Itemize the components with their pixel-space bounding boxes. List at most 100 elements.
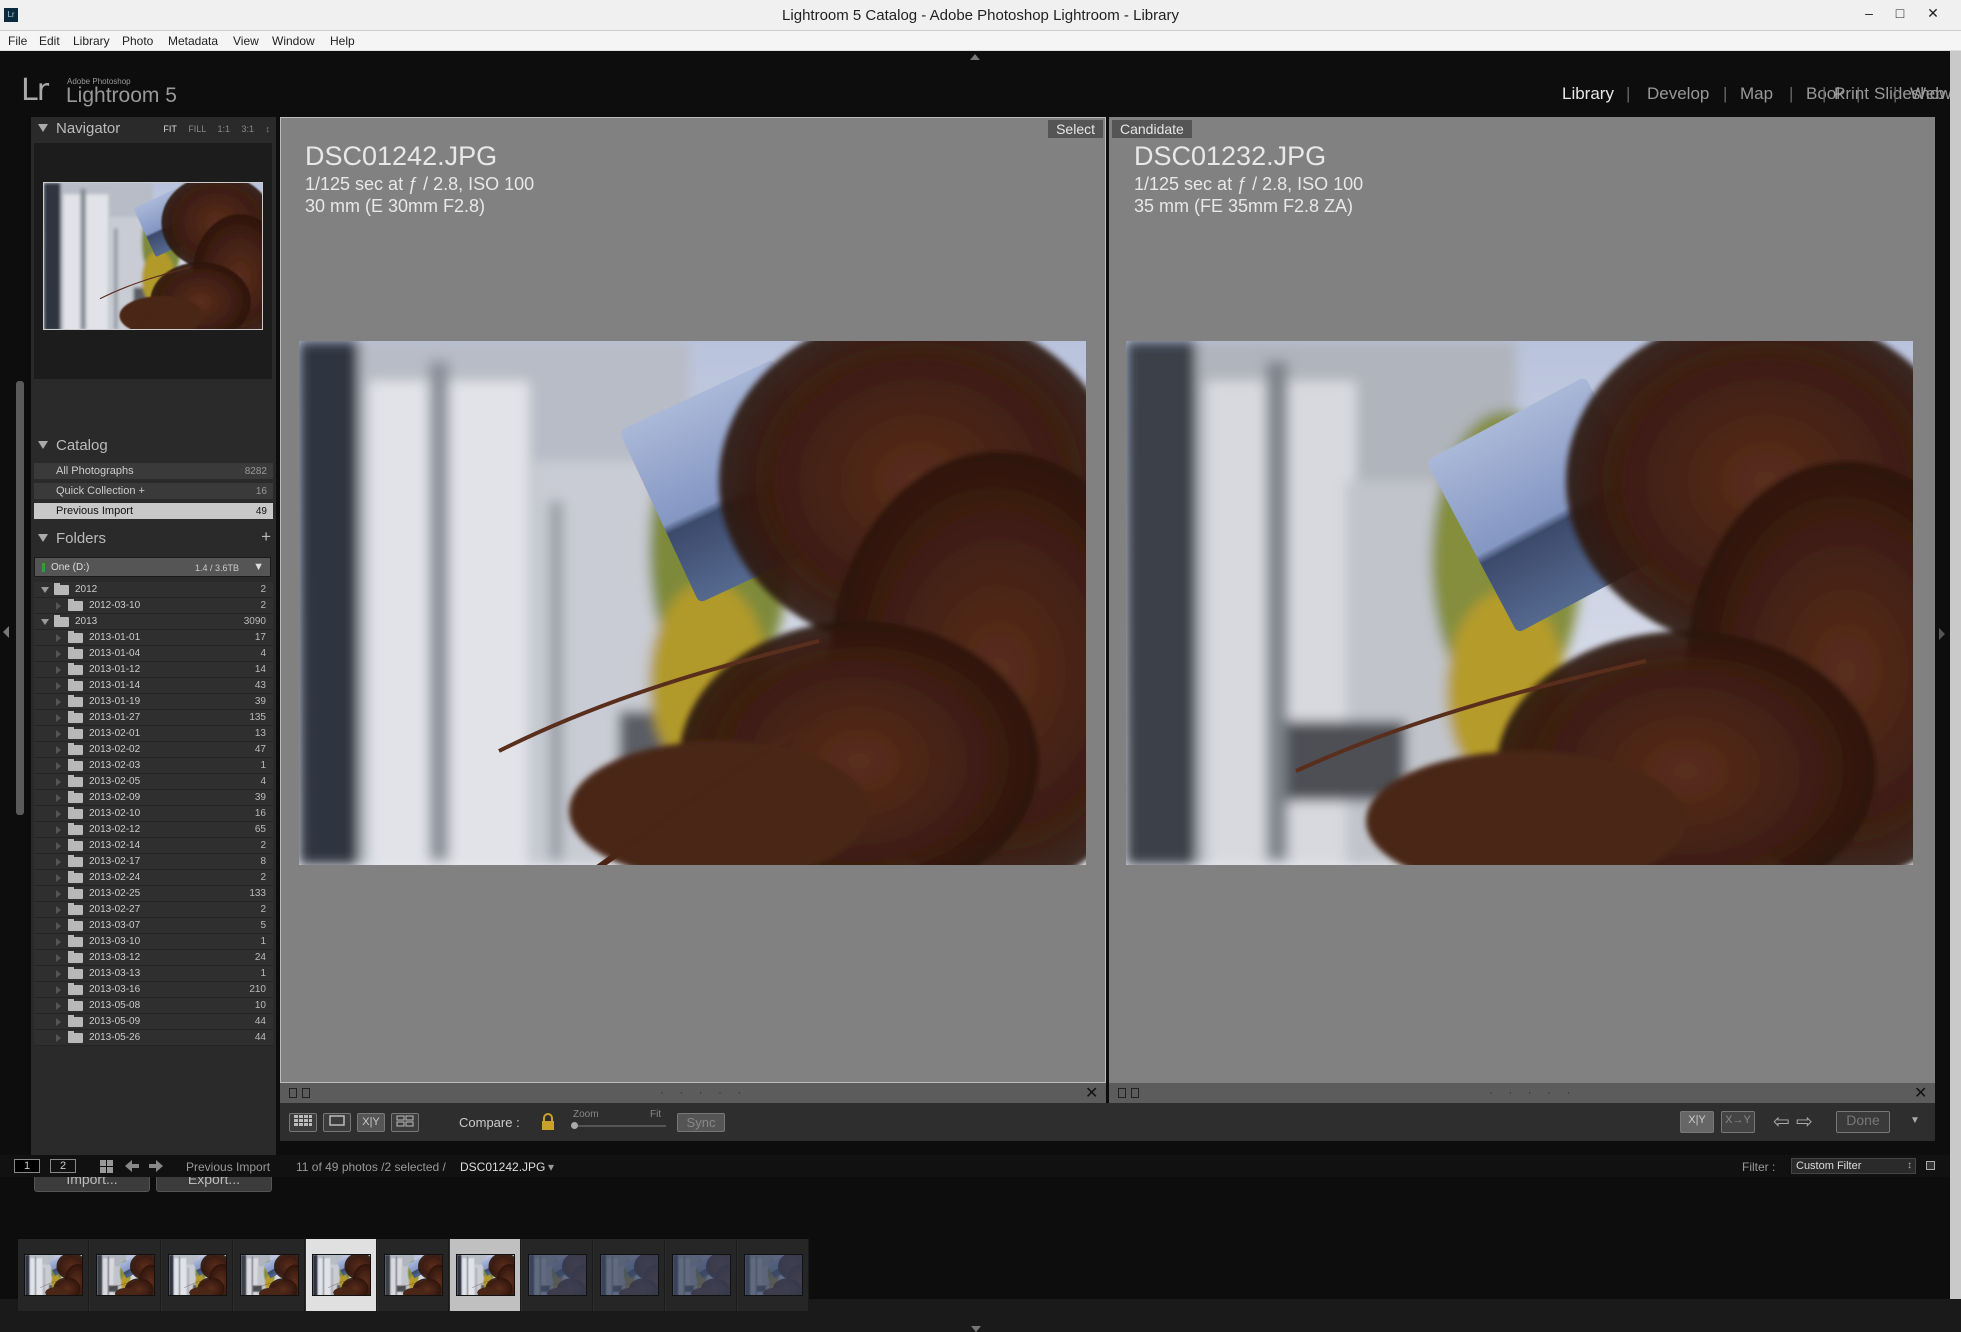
collapsed-triangle-icon[interactable]: [56, 842, 61, 850]
filter-lock-icon[interactable]: [1926, 1161, 1935, 1170]
menu-photo[interactable]: Photo: [122, 34, 153, 48]
collapsed-triangle-icon[interactable]: [56, 1002, 61, 1010]
left-panel-scrollbar[interactable]: [16, 381, 24, 815]
done-button[interactable]: Done: [1836, 1111, 1890, 1133]
filmstrip-cell[interactable]: [18, 1239, 89, 1311]
toolbar-menu-icon[interactable]: ▼: [1910, 1115, 1920, 1126]
volume-row[interactable]: One (D:) 1.4 / 3.6TB ▼: [34, 557, 271, 577]
collapsed-triangle-icon[interactable]: [56, 778, 61, 786]
collapsed-triangle-icon[interactable]: [56, 666, 61, 674]
filmstrip-cell[interactable]: [450, 1239, 521, 1311]
collapsed-triangle-icon[interactable]: [56, 810, 61, 818]
folders-header[interactable]: Folders +: [31, 527, 276, 551]
folder-row[interactable]: 2013-02-02 47: [34, 742, 273, 758]
folder-row[interactable]: 2013-03-16 210: [34, 982, 273, 998]
folder-row[interactable]: 2013-01-01 17: [34, 630, 273, 646]
menu-file[interactable]: File: [8, 34, 27, 48]
candidate-close-icon[interactable]: ✕: [1914, 1083, 1927, 1103]
right-panel-toggle-icon[interactable]: [1939, 628, 1945, 640]
collapsed-triangle-icon[interactable]: [56, 698, 61, 706]
folder-row[interactable]: 2013-03-13 1: [34, 966, 273, 982]
sync-button[interactable]: Sync: [677, 1113, 725, 1132]
collapsed-triangle-icon[interactable]: [56, 794, 61, 802]
module-map[interactable]: Map: [1740, 84, 1773, 104]
module-library[interactable]: Library: [1562, 84, 1614, 104]
zoom-slider-track[interactable]: [573, 1125, 666, 1127]
compare-view-icon[interactable]: X|Y: [357, 1113, 385, 1132]
collapsed-triangle-icon[interactable]: [56, 602, 61, 610]
grid-view-icon[interactable]: [289, 1113, 317, 1132]
filmstrip-thumbnail[interactable]: [528, 1254, 587, 1296]
make-select-icon[interactable]: X→Y: [1721, 1111, 1755, 1133]
filmstrip-thumbnail[interactable]: [96, 1254, 155, 1296]
folder-row[interactable]: 2013-01-12 14: [34, 662, 273, 678]
folder-row[interactable]: 2013-02-17 8: [34, 854, 273, 870]
bottom-panel-toggle-icon[interactable]: [971, 1326, 981, 1332]
filename-menu-icon[interactable]: ▾: [548, 1160, 554, 1174]
menu-window[interactable]: Window: [272, 34, 315, 48]
lock-icon[interactable]: [541, 1113, 555, 1131]
folder-row[interactable]: 2013-02-01 13: [34, 726, 273, 742]
folder-row[interactable]: 2013-02-12 65: [34, 822, 273, 838]
folder-row[interactable]: 2013-03-10 1: [34, 934, 273, 950]
catalog-header[interactable]: Catalog: [31, 434, 276, 458]
folder-row[interactable]: 2013-02-03 1: [34, 758, 273, 774]
collapsed-triangle-icon[interactable]: [56, 922, 61, 930]
zoom-slider-knob[interactable]: [571, 1122, 578, 1129]
filmstrip-cell[interactable]: [162, 1239, 233, 1311]
zoom-fit-option[interactable]: FIT: [163, 124, 176, 134]
filmstrip-cell[interactable]: [666, 1239, 737, 1311]
folder-row[interactable]: 2013-02-24 2: [34, 870, 273, 886]
folder-row[interactable]: 2013-02-09 39: [34, 790, 273, 806]
folder-row[interactable]: 2013-03-07 5: [34, 918, 273, 934]
navigator-thumbnail[interactable]: [43, 182, 263, 330]
filmstrip-cell[interactable]: [594, 1239, 665, 1311]
back-arrow-icon[interactable]: [125, 1160, 139, 1175]
current-filename[interactable]: DSC01242.JPG: [460, 1160, 545, 1174]
flag-pick-icon[interactable]: [289, 1088, 297, 1098]
collapsed-triangle-icon[interactable]: [56, 970, 61, 978]
filmstrip-thumbnail[interactable]: [24, 1254, 83, 1296]
filter-select[interactable]: Custom Filter ↕: [1791, 1158, 1916, 1174]
left-panel-toggle-icon[interactable]: [3, 626, 9, 638]
next-icon[interactable]: ⇨: [1796, 1109, 1813, 1134]
filmstrip-thumbnail[interactable]: [672, 1254, 731, 1296]
folder-row[interactable]: 2013-02-25 133: [34, 886, 273, 902]
collapsed-triangle-icon[interactable]: [56, 730, 61, 738]
collapsed-triangle-icon[interactable]: [56, 858, 61, 866]
select-photo[interactable]: [299, 341, 1086, 865]
collapsed-triangle-icon[interactable]: [56, 1018, 61, 1026]
secondary-screen-button[interactable]: 2: [50, 1159, 76, 1173]
filmstrip-thumbnail[interactable]: [456, 1254, 515, 1296]
expanded-triangle-icon[interactable]: [41, 587, 49, 593]
collapsed-triangle-icon[interactable]: [56, 826, 61, 834]
rating-dots[interactable]: · · · · ·: [660, 1085, 747, 1099]
zoom-1to1-option[interactable]: 1:1: [217, 124, 230, 134]
previous-icon[interactable]: ⇦: [1773, 1109, 1790, 1134]
catalog-item-quick-collection[interactable]: Quick Collection + 16: [34, 483, 273, 500]
candidate-pane[interactable]: Candidate DSC01232.JPG 1/125 sec at ƒ / …: [1109, 117, 1935, 1083]
filmstrip-thumbnail[interactable]: [384, 1254, 443, 1296]
primary-screen-button[interactable]: 1: [14, 1159, 40, 1173]
grid-icon[interactable]: [100, 1160, 113, 1176]
rating-dots[interactable]: · · · · ·: [1489, 1085, 1576, 1099]
module-print[interactable]: Print: [1834, 84, 1869, 104]
collapsed-triangle-icon[interactable]: [56, 762, 61, 770]
collapsed-triangle-icon[interactable]: [56, 650, 61, 658]
menu-metadata[interactable]: Metadata: [168, 34, 218, 48]
folder-row[interactable]: 2013-02-14 2: [34, 838, 273, 854]
folder-row[interactable]: 2013-02-27 2: [34, 902, 273, 918]
swap-icon[interactable]: X|Y: [1680, 1111, 1714, 1133]
folder-row[interactable]: 2013-02-10 16: [34, 806, 273, 822]
source-label[interactable]: Previous Import: [186, 1160, 270, 1174]
filmstrip-cell[interactable]: [90, 1239, 161, 1311]
top-panel-toggle-icon[interactable]: [970, 54, 980, 60]
filmstrip-thumbnail[interactable]: [312, 1254, 371, 1296]
filmstrip-cell[interactable]: [522, 1239, 593, 1311]
select-pane[interactable]: Select DSC01242.JPG 1/125 sec at ƒ / 2.8…: [280, 117, 1106, 1083]
folder-row[interactable]: 2012-03-10 2: [34, 598, 273, 614]
folder-row[interactable]: 2013-01-19 39: [34, 694, 273, 710]
menu-help[interactable]: Help: [330, 34, 355, 48]
folder-row[interactable]: 2013-05-09 44: [34, 1014, 273, 1030]
filmstrip-cell[interactable]: [234, 1239, 305, 1311]
